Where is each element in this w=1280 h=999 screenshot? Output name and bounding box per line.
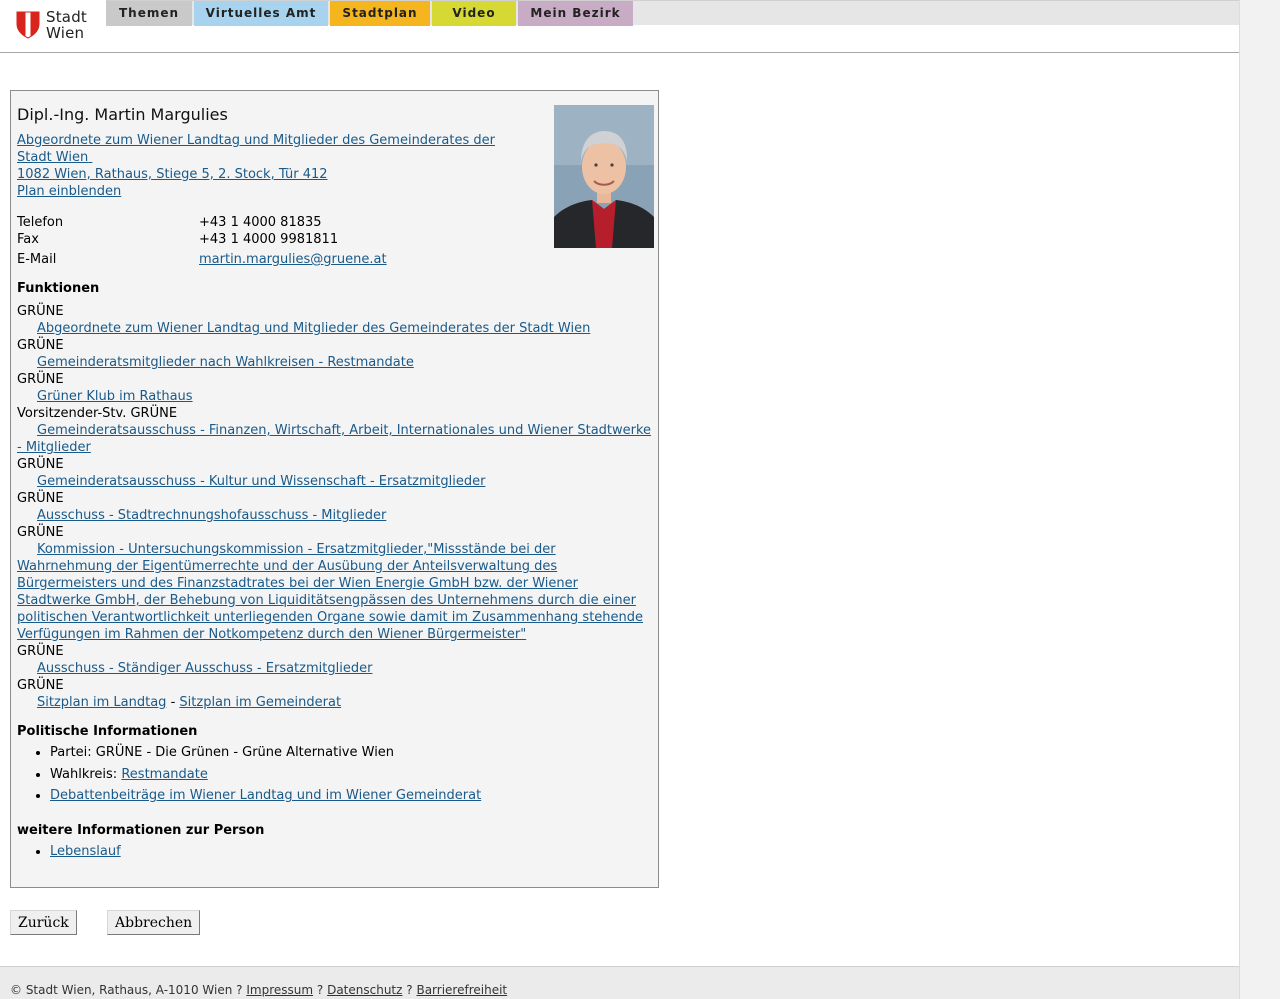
- seating-links: Sitzplan im Landtag - Sitzplan im Gemein…: [17, 694, 653, 711]
- phone-label: Telefon: [17, 215, 64, 230]
- copyright-text: © Stadt Wien, Rathaus, A-1010 Wien: [10, 983, 233, 997]
- footer-separator: ?: [236, 983, 243, 997]
- email-row: E-Mail martin.margulies@gruene.at: [17, 251, 387, 268]
- function-link[interactable]: Gemeinderatsausschuss - Kultur und Wisse…: [37, 474, 485, 489]
- address-block: Abgeordnete zum Wiener Landtag und Mitgl…: [17, 132, 517, 200]
- list-item: Gemeinderatsausschuss - Finanzen, Wirtsc…: [17, 422, 653, 456]
- sitzplan-landtag-link[interactable]: Sitzplan im Landtag: [37, 695, 166, 710]
- function-party: GRÜNE: [17, 491, 64, 506]
- function-party: GRÜNE: [17, 525, 64, 540]
- function-party: GRÜNE: [17, 372, 64, 387]
- email-label: E-Mail: [17, 252, 57, 267]
- phone-value: +43 1 4000 81835: [199, 215, 322, 230]
- debattenbeitraege-link[interactable]: Debattenbeiträge im Wiener Landtag und i…: [50, 788, 481, 803]
- site-footer: © Stadt Wien, Rathaus, A-1010 Wien ? Imp…: [0, 966, 1239, 999]
- person-photo: [554, 105, 654, 248]
- functions-list: GRÜNE Abgeordnete zum Wiener Landtag und…: [17, 303, 653, 711]
- function-link[interactable]: Ausschuss - Stadtrechnungshofausschuss -…: [37, 508, 386, 523]
- political-heading: Politische Informationen: [17, 724, 198, 739]
- list-item: Abgeordnete zum Wiener Landtag und Mitgl…: [17, 320, 653, 337]
- sitzplan-gemeinderat-link[interactable]: Sitzplan im Gemeinderat: [179, 695, 341, 710]
- footer-separator: ?: [316, 983, 324, 997]
- footer-separator: ?: [406, 983, 413, 997]
- list-item: Ausschuss - Stadtrechnungshofausschuss -…: [17, 507, 653, 524]
- impressum-link[interactable]: Impressum: [246, 983, 313, 997]
- fax-value: +43 1 4000 9981811: [199, 232, 339, 247]
- list-item: Wahlkreis: Restmandate: [50, 766, 670, 783]
- functions-heading: Funktionen: [17, 281, 100, 296]
- tab-themen[interactable]: Themen: [106, 1, 192, 26]
- page: Stadt Wien Themen Virtuelles Amt Stadtpl…: [0, 0, 1239, 999]
- function-party: GRÜNE: [17, 678, 64, 693]
- function-link[interactable]: Kommission - Untersuchungskommission - E…: [17, 542, 643, 642]
- main-nav: Themen Virtuelles Amt Stadtplan Video Me…: [106, 0, 1239, 26]
- function-link[interactable]: Ausschuss - Ständiger Ausschuss - Ersatz…: [37, 661, 372, 676]
- function-party: GRÜNE: [17, 304, 64, 319]
- list-item: Partei: GRÜNE - Die Grünen - Grüne Alter…: [50, 744, 670, 761]
- tab-virtuelles-amt[interactable]: Virtuelles Amt: [194, 1, 328, 26]
- stadt-wien-logo[interactable]: Stadt Wien: [16, 9, 96, 43]
- phone-row: Telefon +43 1 4000 81835: [17, 214, 322, 231]
- list-item: Grüner Klub im Rathaus: [17, 388, 653, 405]
- wahlkreis-label: Wahlkreis:: [50, 766, 118, 782]
- plan-einblenden-link[interactable]: Plan einblenden: [17, 184, 121, 199]
- fax-row: Fax +43 1 4000 9981811: [17, 231, 338, 248]
- datenschutz-link[interactable]: Datenschutz: [327, 983, 402, 997]
- tab-mein-bezirk[interactable]: Mein Bezirk: [518, 1, 633, 26]
- list-item: Ausschuss - Ständiger Ausschuss - Ersatz…: [17, 660, 653, 677]
- logo-line-1: Stadt: [46, 8, 87, 26]
- list-item: Lebenslauf: [50, 843, 670, 860]
- function-party: GRÜNE: [17, 644, 64, 659]
- tab-video[interactable]: Video: [432, 1, 516, 26]
- logo-line-2: Wien: [46, 24, 85, 42]
- function-link[interactable]: Abgeordnete zum Wiener Landtag und Mitgl…: [37, 321, 590, 336]
- address-link[interactable]: 1082 Wien, Rathaus, Stiege 5, 2. Stock, …: [17, 167, 328, 182]
- back-button[interactable]: Zurück: [10, 910, 77, 935]
- lebenslauf-link[interactable]: Lebenslauf: [50, 844, 121, 859]
- list-item: Gemeinderatsmitglieder nach Wahlkreisen …: [17, 354, 653, 371]
- function-party: Vorsitzender-Stv. GRÜNE: [17, 406, 178, 421]
- site-header: Stadt Wien Themen Virtuelles Amt Stadtpl…: [0, 0, 1239, 53]
- fax-label: Fax: [17, 232, 39, 247]
- seating-separator: -: [170, 695, 176, 710]
- function-party: GRÜNE: [17, 457, 64, 472]
- list-item: Gemeinderatsausschuss - Kultur und Wisse…: [17, 473, 653, 490]
- more-info-heading: weitere Informationen zur Person: [17, 823, 265, 838]
- wahlkreis-link[interactable]: Restmandate: [121, 767, 208, 782]
- tab-stadtplan[interactable]: Stadtplan: [330, 1, 430, 26]
- list-item: Debattenbeiträge im Wiener Landtag und i…: [50, 787, 670, 804]
- barrierefreiheit-link[interactable]: Barrierefreiheit: [416, 983, 507, 997]
- party-text: Partei: GRÜNE - Die Grünen - Grüne Alter…: [50, 745, 395, 760]
- cancel-button[interactable]: Abbrechen: [107, 910, 201, 935]
- more-info-list: Lebenslauf: [17, 843, 670, 865]
- wien-shield-icon: [16, 11, 40, 39]
- function-link[interactable]: Gemeinderatsausschuss - Finanzen, Wirtsc…: [17, 423, 651, 455]
- person-card: Dipl.-Ing. Martin Margulies Abgeordnete …: [10, 90, 659, 888]
- person-name: Dipl.-Ing. Martin Margulies: [17, 105, 228, 124]
- email-link[interactable]: martin.margulies@gruene.at: [199, 251, 387, 268]
- function-party: GRÜNE: [17, 338, 64, 353]
- function-link[interactable]: Grüner Klub im Rathaus: [37, 389, 193, 404]
- window-scroll-gutter: [1239, 0, 1280, 999]
- list-item: Kommission - Untersuchungskommission - E…: [17, 541, 653, 643]
- organisation-link-trailing-space[interactable]: [88, 150, 92, 165]
- function-link[interactable]: Gemeinderatsmitglieder nach Wahlkreisen …: [37, 355, 414, 370]
- political-list: Partei: GRÜNE - Die Grünen - Grüne Alter…: [17, 744, 670, 809]
